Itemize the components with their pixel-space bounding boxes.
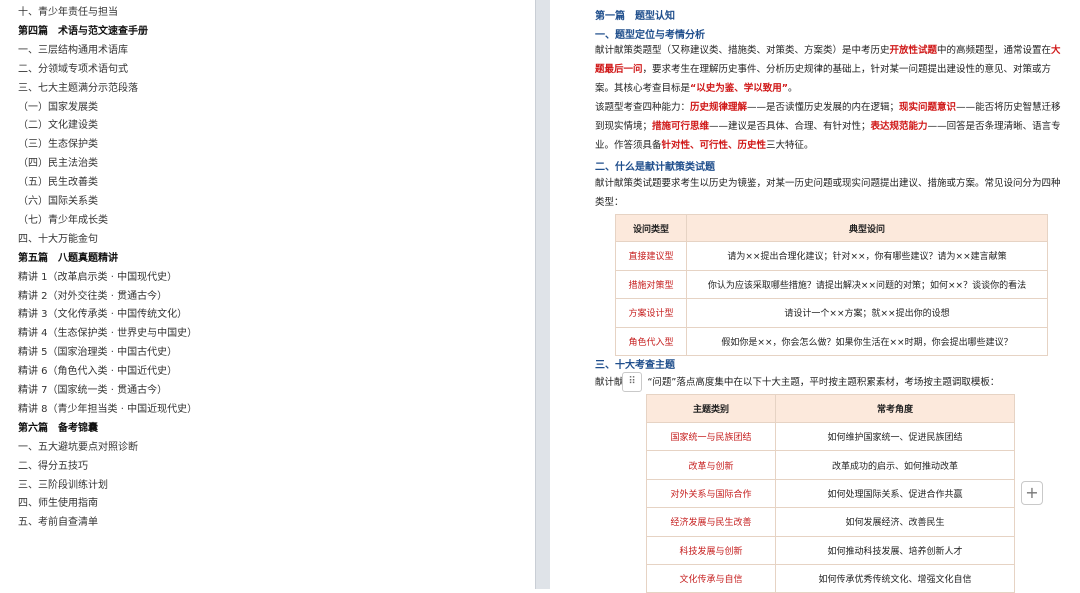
table-header-row: 设问类型 典型设问 bbox=[615, 214, 1048, 242]
outline-item[interactable]: （一）国家发展类 bbox=[18, 101, 98, 115]
outline-item[interactable]: 二、得分五技巧 bbox=[18, 460, 88, 474]
table-cell-detail: 你认为应该采取哪些措施？请提出解决××问题的对策；如何××？谈谈你的看法 bbox=[686, 269, 1048, 299]
outline-item[interactable]: 一、三层结构通用术语库 bbox=[18, 44, 128, 58]
add-block-icon[interactable]: + bbox=[1021, 481, 1043, 505]
section-title-1: 一、题型定位与考情分析 bbox=[595, 30, 705, 41]
outline-item[interactable]: 五、考前自查清单 bbox=[18, 516, 98, 530]
table-cell-category: 对外关系与国际合作 bbox=[646, 478, 776, 509]
outline-item[interactable]: 精讲 8（青少年担当类 · 中国近现代史） bbox=[18, 403, 197, 417]
outline-item[interactable]: 精讲 4（生态保护类 · 世界史与中国史） bbox=[18, 327, 197, 341]
question-type-table: 设问类型 典型设问 直接建议型 请为××提出合理化建议；针对××，你有哪些建议？请为×… bbox=[615, 214, 1048, 356]
outline-panel: 十、青少年责任与担当第四篇 术语与范文速查手册 一、三层结构通用术语库 二、分领域专… bbox=[0, 0, 535, 589]
outline-item[interactable]: 三、三阶段训练计划 bbox=[18, 479, 108, 493]
table-cell-detail: 如何维护国家统一、促进民族团结 bbox=[775, 421, 1015, 452]
table-cell-category: 方案设计型 bbox=[615, 298, 687, 328]
table-header-row: 主题类别 常考角度 bbox=[646, 394, 1015, 423]
part-title: 第一篇 题型认知 bbox=[595, 11, 675, 22]
table-cell-category: 直接建议型 bbox=[615, 241, 687, 271]
outline-item[interactable]: 精讲 6（角色代入类 · 中国近代史） bbox=[18, 365, 177, 379]
table-row: 国家统一与民族团结 如何维护国家统一、促进民族团结 bbox=[646, 421, 1015, 452]
outline-item[interactable]: 精讲 1（改革启示类 · 中国现代史） bbox=[18, 271, 177, 285]
table-header-cell: 典型设问 bbox=[686, 214, 1048, 242]
table-header-cell: 常考角度 bbox=[775, 394, 1015, 423]
table-row: 措施对策型 你认为应该采取哪些措施？请提出解决××问题的对策；如何××？谈谈你的看… bbox=[615, 269, 1048, 299]
table-cell-detail: 假如你是××，你会怎么做？如果你生活在××时期，你会提出哪些建议？ bbox=[686, 326, 1048, 356]
outline-item[interactable]: 三、七大主题满分示范段落 bbox=[18, 82, 138, 96]
table-row: 对外关系与国际合作 如何处理国际关系、促进合作共赢 bbox=[646, 478, 1015, 509]
table-row: 直接建议型 请为××提出合理化建议；针对××，你有哪些建议？请为××建言献策 bbox=[615, 241, 1048, 271]
outline-item[interactable]: 精讲 3（文化传承类 · 中国传统文化） bbox=[18, 308, 187, 322]
paragraph-1: 献计献策类题型（又称建议类、措施类、对策类、方案类）是中考历史开放性试题中的高频… bbox=[595, 45, 1061, 94]
table-cell-detail: 请为××提出合理化建议；针对××，你有哪些建议？请为××建言献策 bbox=[686, 241, 1048, 271]
outline-heading[interactable]: 第五篇 八题真题精讲 bbox=[18, 252, 118, 266]
outline-item[interactable]: 二、分领域专项术语句式 bbox=[18, 63, 128, 77]
outline-item[interactable]: （六）国际关系类 bbox=[18, 195, 98, 209]
outline-item[interactable]: 精讲 2（对外交往类 · 贯通古今） bbox=[18, 290, 167, 304]
table-cell-detail: 改革成功的启示、如何推动改革 bbox=[775, 450, 1015, 480]
paragraph-3: 献计献策类试题要求考生以历史为镜鉴，对某一历史问题或现实问题提出建议、措施或方案… bbox=[595, 178, 1061, 208]
table-cell-category: 经济发展与民生改善 bbox=[646, 507, 776, 537]
outline-item[interactable]: （七）青少年成长类 bbox=[18, 214, 108, 228]
table-cell-category: 措施对策型 bbox=[615, 269, 687, 299]
section-title-2: 二、什么是献计献策类试题 bbox=[595, 162, 715, 173]
table-row: 角色代入型 假如你是××，你会怎么做？如果你生活在××时期，你会提出哪些建议？ bbox=[615, 326, 1048, 356]
outline-item[interactable]: （二）文化建设类 bbox=[18, 119, 98, 133]
document-page: 第一篇 题型认知 一、题型定位与考情分析 献计献策类题型（又称建议类、措施类、对… bbox=[550, 0, 1080, 593]
topic-table: 主题类别 常考角度 国家统一与民族团结 如何维护国家统一、促进民族团结 改革与创新 改革成… bbox=[646, 394, 1015, 593]
outline-item[interactable]: 四、师生使用指南 bbox=[18, 497, 98, 511]
outline-item[interactable]: 精讲 5（国家治理类 · 中国古代史） bbox=[18, 346, 177, 360]
table-cell-detail: 如何处理国际关系、促进合作共赢 bbox=[775, 478, 1015, 509]
panel-divider[interactable] bbox=[535, 0, 551, 589]
outline-item[interactable]: （五）民生改善类 bbox=[18, 176, 98, 190]
outline-item[interactable]: 十、青少年责任与担当 bbox=[18, 6, 118, 20]
outline-item[interactable]: （三）生态保护类 bbox=[18, 138, 98, 152]
paragraph-4: 献计献 “问题”落点高度集中在以下十大主题，平时按主题积累素材，考场按主题调取模板… bbox=[595, 377, 1000, 388]
outline-heading[interactable]: 第四篇 术语与范文速查手册 bbox=[18, 25, 148, 39]
outline-item[interactable]: 一、五大避坑要点对照诊断 bbox=[18, 441, 138, 455]
table-cell-detail: 请设计一个××方案；就××提出你的设想 bbox=[686, 298, 1048, 328]
table-cell-category: 国家统一与民族团结 bbox=[646, 421, 776, 452]
table-header-cell: 设问类型 bbox=[615, 214, 687, 242]
drag-handle-icon[interactable]: ⠿ bbox=[622, 372, 642, 392]
table-header-cell: 主题类别 bbox=[646, 394, 776, 423]
table-row: 科技发展与创新 如何推动科技发展、培养创新人才 bbox=[646, 535, 1015, 565]
outline-item[interactable]: 四、十大万能金句 bbox=[18, 233, 98, 247]
outline-item[interactable]: 精讲 7（国家统一类 · 贯通古今） bbox=[18, 384, 167, 398]
table-cell-category: 科技发展与创新 bbox=[646, 535, 776, 565]
outline-item[interactable]: （四）民主法治类 bbox=[18, 157, 98, 171]
table-cell-category: 角色代入型 bbox=[615, 326, 687, 356]
table-cell-detail: 如何推动科技发展、培养创新人才 bbox=[775, 535, 1015, 565]
outline-heading[interactable]: 第六篇 备考锦囊 bbox=[18, 422, 98, 436]
table-row: 方案设计型 请设计一个××方案；就××提出你的设想 bbox=[615, 298, 1048, 328]
table-row: 经济发展与民生改善 如何发展经济、改善民生 bbox=[646, 507, 1015, 537]
table-row: 改革与创新 改革成功的启示、如何推动改革 bbox=[646, 450, 1015, 480]
section-title-3: 三、十大考查主题 bbox=[595, 360, 675, 371]
paragraph-2: 该题型考查四种能力：历史规律理解——是否读懂历史发展的内在逻辑；现实问题意识——… bbox=[595, 102, 1061, 151]
table-cell-category: 改革与创新 bbox=[646, 450, 776, 480]
table-cell-detail: 如何发展经济、改善民生 bbox=[775, 507, 1015, 537]
